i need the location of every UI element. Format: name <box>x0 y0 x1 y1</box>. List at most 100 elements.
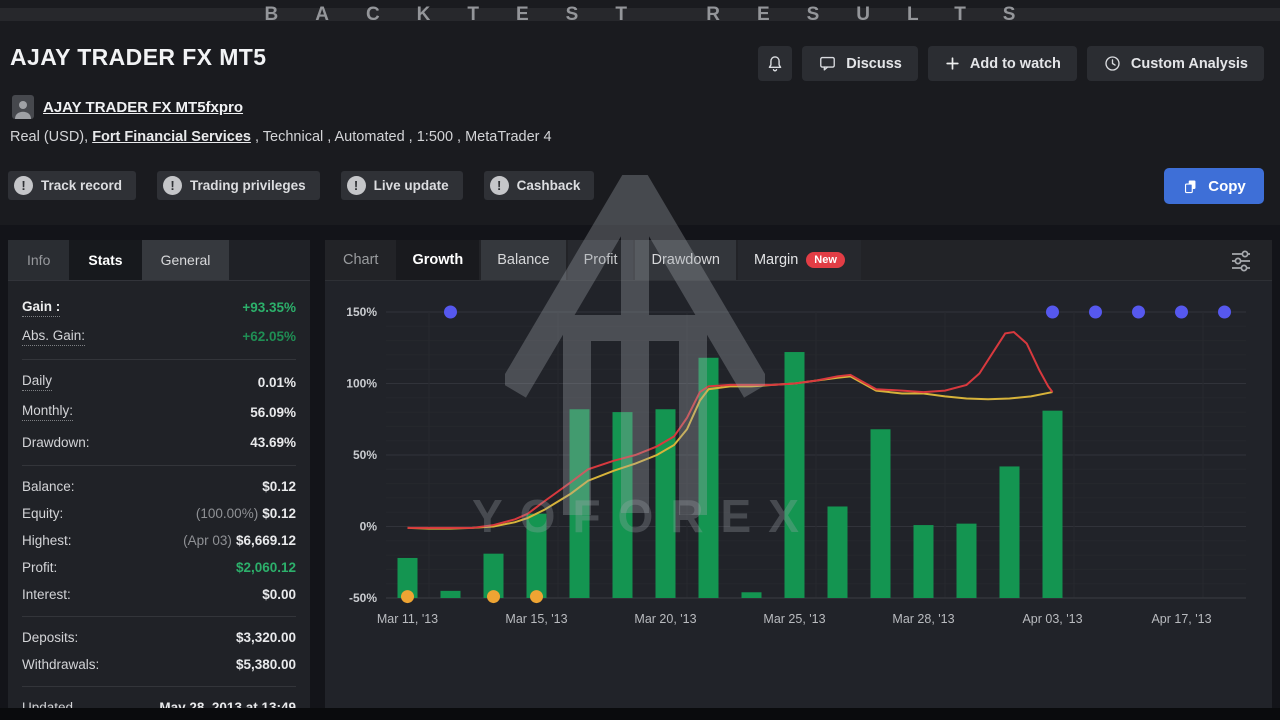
tab-drawdown[interactable]: Drawdown <box>635 240 736 280</box>
stat-label[interactable]: Gain : <box>22 299 60 317</box>
svg-text:Mar 20, '13: Mar 20, '13 <box>634 612 696 626</box>
stat-value: (100.00%)$0.12 <box>196 506 296 521</box>
sidebar-tabs: Info Stats General <box>8 240 310 281</box>
stat-group-gain: Gain : +93.35% Abs. Gain:+62.05% <box>22 291 296 357</box>
tab-margin[interactable]: Margin New <box>738 240 861 280</box>
stat-label[interactable]: Monthly: <box>22 403 73 421</box>
tab-label: Growth <box>412 252 463 268</box>
stat-label[interactable]: Abs. Gain: <box>22 328 85 346</box>
stat-value: 43.69% <box>250 435 296 450</box>
svg-text:150%: 150% <box>346 305 377 319</box>
header-actions: Discuss Add to watch Custom Analysis <box>758 46 1264 81</box>
account-type: Real (USD), <box>10 129 92 145</box>
stat-group-balances: Balance: $0.12 Equity: (100.00%)$0.12 Highes… <box>22 465 296 614</box>
stat-label: Highest: <box>22 533 72 548</box>
stat-label[interactable]: Daily <box>22 373 52 391</box>
page-header: BACKTEST RESULTS AJAY TRADER FX MT5 Disc… <box>0 0 1280 225</box>
stat-row: Highest: (Apr 03)$6,669.12 <box>22 527 296 554</box>
tab-label: Margin <box>754 252 798 268</box>
stat-value: $5,380.00 <box>236 657 296 672</box>
stat-label: Deposits: <box>22 630 78 645</box>
custom-analysis-button[interactable]: Custom Analysis <box>1087 46 1264 81</box>
stat-value: $0.12 <box>262 479 296 494</box>
avatar <box>12 95 34 119</box>
exclamation-icon <box>490 176 509 195</box>
broker-link[interactable]: Fort Financial Services <box>92 129 251 145</box>
person-icon <box>12 97 34 119</box>
footer-strip <box>0 708 1280 720</box>
badge-label: Live update <box>374 178 449 193</box>
add-to-watch-button[interactable]: Add to watch <box>928 46 1077 81</box>
stat-row: Withdrawals:$5,380.00 <box>22 651 296 678</box>
stat-label: Balance: <box>22 479 75 494</box>
stat-value: $3,320.00 <box>236 630 296 645</box>
tab-chart[interactable]: Chart <box>327 240 394 280</box>
copy-icon <box>1182 178 1199 195</box>
stats-body: Gain : +93.35% Abs. Gain:+62.05% Daily 0.01… <box>8 281 310 720</box>
page-title: AJAY TRADER FX MT5 <box>10 44 266 71</box>
stat-value: +93.35% <box>242 300 296 315</box>
notifications-button[interactable] <box>758 46 792 81</box>
tab-label: Balance <box>497 252 549 268</box>
stat-row: Balance: $0.12 <box>22 473 296 500</box>
copy-label: Copy <box>1208 178 1246 195</box>
svg-text:Mar 28, '13: Mar 28, '13 <box>892 612 954 626</box>
svg-text:Mar 15, '13: Mar 15, '13 <box>505 612 567 626</box>
clock-icon <box>1103 54 1122 73</box>
badge-label: Track record <box>41 178 122 193</box>
svg-text:100%: 100% <box>346 377 377 391</box>
svg-text:Apr 03, '13: Apr 03, '13 <box>1022 612 1082 626</box>
exclamation-icon <box>14 176 33 195</box>
speech-bubble-icon <box>818 54 837 73</box>
tab-stats[interactable]: Stats <box>69 240 141 280</box>
badge-label: Cashback <box>517 178 581 193</box>
stats-sidebar: Info Stats General Gain : +93.35% Abs. Gai… <box>8 240 310 708</box>
exclamation-icon <box>163 176 182 195</box>
stat-row: Interest: $0.00 <box>22 581 296 608</box>
stat-value: $0.00 <box>262 587 296 602</box>
discuss-button[interactable]: Discuss <box>802 46 918 81</box>
plus-icon <box>944 55 961 72</box>
backtest-results-banner: BACKTEST RESULTS <box>0 4 1280 26</box>
badge-trading-privileges[interactable]: Trading privileges <box>157 171 320 200</box>
badge-cashback[interactable]: Cashback <box>484 171 595 200</box>
discuss-label: Discuss <box>846 56 902 72</box>
tab-label: Chart <box>343 252 378 268</box>
copy-button[interactable]: Copy <box>1164 168 1264 204</box>
stat-group-flows: Deposits: $3,320.00 Withdrawals:$5,380.00 <box>22 616 296 684</box>
stat-row: Profit:$2,060.12 <box>22 554 296 581</box>
stat-group-rates: Daily 0.01% Monthly:56.09% Drawdown: 43.69% <box>22 359 296 463</box>
tab-growth[interactable]: Growth <box>396 240 479 280</box>
stat-row: Daily 0.01% <box>22 367 296 397</box>
bell-icon <box>765 54 785 74</box>
tab-general[interactable]: General <box>142 240 230 280</box>
user-profile-link[interactable]: AJAY TRADER FX MT5fxpro <box>43 99 243 116</box>
stat-value: 0.01% <box>258 375 296 390</box>
stat-label: Interest: <box>22 587 71 602</box>
new-badge: New <box>806 252 845 268</box>
account-attributes: , Technical , Automated , 1:500 , MetaTr… <box>251 129 552 145</box>
stat-label: Equity: <box>22 506 63 521</box>
tab-label: Drawdown <box>651 252 720 268</box>
stat-row: Abs. Gain:+62.05% <box>22 322 296 351</box>
stat-label: Drawdown: <box>22 435 90 450</box>
chart-panel: Chart Growth Balance Profit Drawdown Mar… <box>325 240 1272 708</box>
tab-balance[interactable]: Balance <box>481 240 565 280</box>
growth-chart[interactable]: 150%100%50%0%-50%Mar 11, '13Mar 15, '13M… <box>325 281 1272 633</box>
badge-track-record[interactable]: Track record <box>8 171 136 200</box>
tab-label: Profit <box>584 252 618 268</box>
stat-value: (Apr 03)$6,669.12 <box>183 533 296 548</box>
chart-settings-icon[interactable] <box>1228 248 1254 274</box>
tab-info[interactable]: Info <box>8 240 69 280</box>
svg-text:-50%: -50% <box>349 591 377 605</box>
svg-text:50%: 50% <box>353 448 377 462</box>
tab-profit[interactable]: Profit <box>568 240 634 280</box>
stat-label: Profit: <box>22 560 57 575</box>
stat-row: Gain : +93.35% <box>22 293 296 322</box>
custom-analysis-label: Custom Analysis <box>1131 56 1248 72</box>
stat-row: Deposits: $3,320.00 <box>22 624 296 651</box>
stat-row: Monthly:56.09% <box>22 397 296 427</box>
badge-live-update[interactable]: Live update <box>341 171 463 200</box>
svg-text:Apr 17, '13: Apr 17, '13 <box>1151 612 1211 626</box>
badge-label: Trading privileges <box>190 178 306 193</box>
